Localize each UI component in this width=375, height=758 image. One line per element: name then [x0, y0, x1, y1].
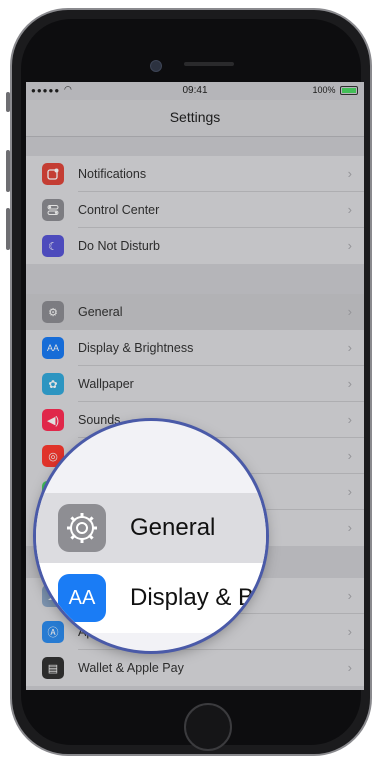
- moon-icon: ☾: [42, 235, 64, 257]
- battery-icon: [340, 86, 358, 96]
- battery-percent: 100%: [312, 85, 336, 95]
- row-label: General: [78, 305, 123, 319]
- row-label: Control Center: [78, 203, 160, 217]
- speaker-icon: ◀): [42, 409, 64, 431]
- magnified-display-label: Display & B: [130, 584, 255, 611]
- chevron-right-icon: ›: [347, 588, 352, 603]
- status-bar: ●●●●● ◠ 09:41 100%: [26, 82, 364, 100]
- row-label: Notifications: [78, 167, 147, 181]
- settings-row-general[interactable]: ⚙ General ›: [26, 294, 364, 330]
- display-brightness-icon: AA: [42, 337, 64, 359]
- chevron-right-icon: ›: [347, 660, 352, 675]
- wallet-icon: ▤: [42, 657, 64, 679]
- settings-group-1: Notifications › Control Center › ☾ Do No…: [26, 156, 364, 264]
- chevron-right-icon: ›: [347, 624, 352, 639]
- settings-row-wallpaper[interactable]: ✿ Wallpaper ›: [26, 366, 364, 402]
- home-button[interactable]: [184, 703, 232, 751]
- control-center-icon: [42, 199, 64, 221]
- mute-switch[interactable]: [6, 92, 10, 112]
- chevron-right-icon: ›: [347, 304, 352, 319]
- earpiece-speaker: [184, 62, 234, 66]
- page-title: Settings: [169, 109, 221, 125]
- row-label: Wallpaper: [78, 377, 134, 391]
- settings-row-control-center[interactable]: Control Center ›: [26, 192, 364, 228]
- settings-row-wallet[interactable]: ▤ Wallet & Apple Pay ›: [26, 650, 364, 686]
- front-camera-icon: [150, 60, 162, 72]
- chevron-right-icon: ›: [347, 376, 352, 391]
- chevron-right-icon: ›: [347, 202, 352, 217]
- volume-up-button[interactable]: [6, 150, 10, 192]
- chevron-right-icon: ›: [347, 238, 352, 253]
- chevron-right-icon: ›: [347, 340, 352, 355]
- magnified-general-row[interactable]: General: [36, 493, 266, 563]
- gear-icon: [58, 504, 106, 552]
- settings-row-do-not-disturb[interactable]: ☾ Do Not Disturb ›: [26, 228, 364, 264]
- battery-indicator: 100%: [312, 85, 358, 96]
- chevron-right-icon: ›: [347, 520, 352, 535]
- chevron-right-icon: ›: [347, 166, 352, 181]
- chevron-right-icon: ›: [347, 412, 352, 427]
- row-label: Wallet & Apple Pay: [78, 661, 184, 675]
- magnified-general-label: General: [130, 514, 216, 541]
- display-brightness-icon: AA: [58, 574, 106, 622]
- settings-row-notifications[interactable]: Notifications ›: [26, 156, 364, 192]
- notifications-icon: [42, 163, 64, 185]
- chevron-right-icon: ›: [347, 448, 352, 463]
- row-label: Do Not Disturb: [78, 239, 160, 253]
- volume-down-button[interactable]: [6, 208, 10, 250]
- magnifier-lens: General AA Display & B: [36, 421, 266, 651]
- wallpaper-icon: ✿: [42, 373, 64, 395]
- gear-icon: ⚙: [42, 301, 64, 323]
- display-icon-text: AA: [68, 586, 96, 609]
- chevron-right-icon: ›: [347, 484, 352, 499]
- navigation-bar: Settings: [26, 100, 364, 137]
- settings-row-display-brightness[interactable]: AA Display & Brightness ›: [26, 330, 364, 366]
- magnified-display-row[interactable]: AA Display & B: [36, 563, 266, 633]
- row-label: Display & Brightness: [78, 341, 194, 355]
